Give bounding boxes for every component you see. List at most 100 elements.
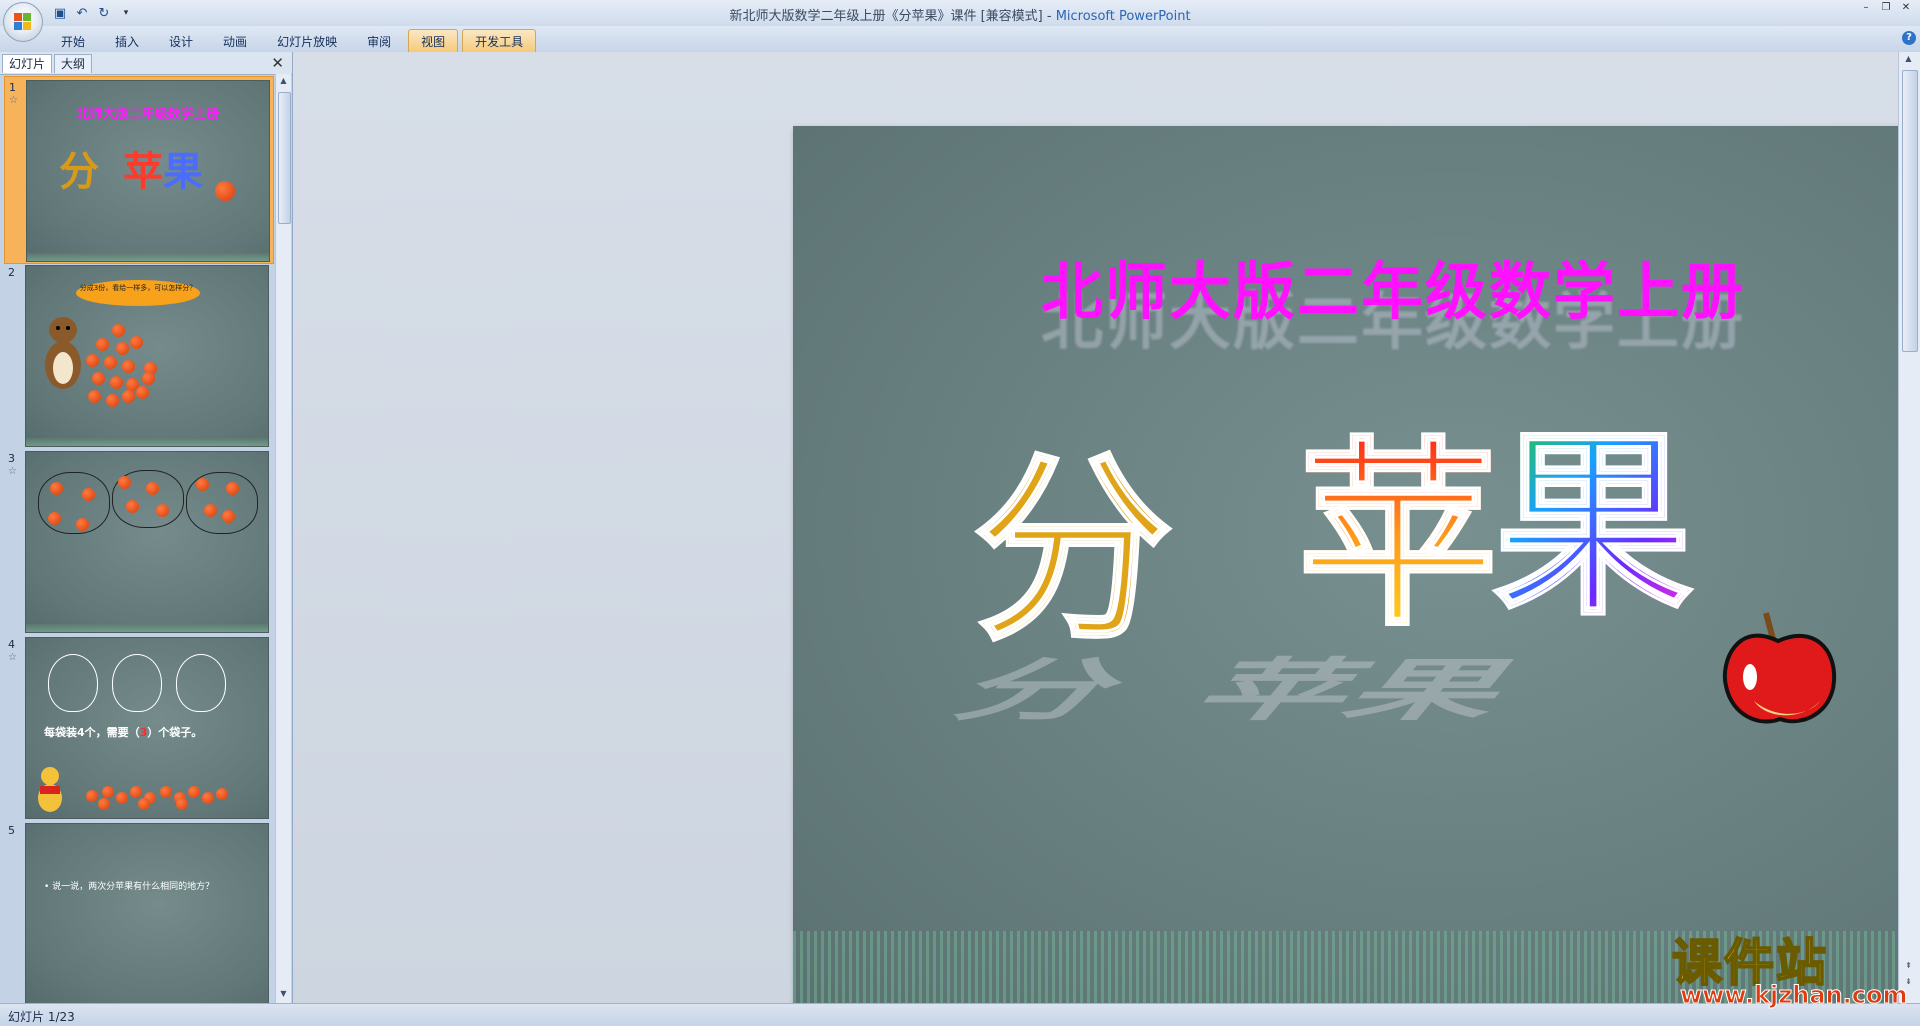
apple-icon [92, 372, 105, 385]
grass-decoration [27, 253, 269, 261]
tab-review[interactable]: 审阅 [354, 29, 404, 54]
scroll-down-icon[interactable]: ▼ [278, 989, 289, 1001]
apple-icon [138, 798, 150, 810]
document-title: 新北师大版数学二年级上册《分苹果》课件 [兼容模式] [729, 9, 1043, 24]
apple-icon [116, 792, 128, 804]
thumbnail-preview [25, 451, 269, 633]
thought-bubble: 分成3份，看给一样多，可以怎样分？ [76, 280, 200, 306]
tab-slides[interactable]: 幻灯片 [2, 54, 53, 73]
pooh-icon [38, 767, 62, 812]
apple-icon [142, 372, 155, 385]
apple-icon [215, 181, 235, 201]
apple-icon [82, 488, 95, 501]
bear-icon [45, 317, 81, 389]
scroll-thumb[interactable] [278, 92, 291, 224]
bag-icon [112, 654, 162, 712]
help-icon[interactable]: ? [1902, 31, 1916, 45]
bullet-text: • 说一说，两次分苹果有什么相同的地方？ [44, 882, 215, 892]
thumbnail-list: 1 ☆ 北师大版二年级数学上册 分 苹 果 2 分成3份，看给一样多，可以怎样分… [0, 76, 274, 1003]
slide-thumbnail-2[interactable]: 2 分成3份，看给一样多，可以怎样分？ [4, 262, 272, 448]
apple-icon [122, 390, 135, 403]
restore-icon[interactable]: ❐ [1878, 2, 1894, 14]
apple-icon [130, 336, 143, 349]
ribbon-tabs: 开始 插入 设计 动画 幻灯片放映 审阅 视图 开发工具 [48, 29, 537, 54]
apple-icon [112, 324, 125, 337]
scroll-up-icon[interactable]: ▲ [1903, 54, 1914, 66]
apple-icon [222, 510, 235, 523]
tab-animations[interactable]: 动画 [210, 29, 260, 54]
tab-view[interactable]: 视图 [408, 29, 459, 54]
animation-star-icon: ☆ [9, 95, 18, 106]
tab-developer[interactable]: 开发工具 [462, 29, 537, 54]
thumbnail-char: 分 [59, 149, 99, 195]
tab-outline[interactable]: 大纲 [54, 54, 93, 73]
apple-icon [102, 786, 114, 798]
close-icon[interactable]: ✕ [1898, 2, 1914, 14]
question-suffix: ）个袋子。 [147, 726, 203, 739]
tab-home[interactable]: 开始 [48, 29, 98, 54]
apple-icon [96, 338, 109, 351]
apple-icon [146, 482, 159, 495]
thumbnail-number: 1 [9, 81, 16, 94]
apple-icon [50, 482, 63, 495]
title-char-fen[interactable]: 分 [971, 449, 1174, 652]
close-panel-icon[interactable]: ✕ [271, 54, 284, 72]
editor-scrollbar[interactable]: ▲ ⇞ ⇟ [1898, 52, 1920, 1003]
thumbnail-scrollbar[interactable]: ▲ ▼ [275, 74, 291, 1003]
animation-star-icon: ☆ [8, 466, 17, 477]
apple-icon [216, 788, 228, 800]
apple-icon [48, 512, 61, 525]
apple-icon [130, 786, 142, 798]
slide-thumbnail-5[interactable]: 5 • 说一说，两次分苹果有什么相同的地方？ [4, 820, 272, 1003]
apple-icon [116, 342, 129, 355]
minimize-icon[interactable]: – [1858, 2, 1874, 14]
grass-decoration [26, 438, 268, 446]
thumbnail-preview: 每袋装4个，需要（3）个袋子。 [25, 637, 269, 819]
app-name: Microsoft PowerPoint [1055, 9, 1191, 24]
slide-thumbnail-4[interactable]: 4 ☆ 每袋装4个，需要（3）个袋子。 [4, 634, 272, 820]
slide-thumbnail-1[interactable]: 1 ☆ 北师大版二年级数学上册 分 苹 果 [4, 76, 274, 264]
title-char-guo[interactable]: 果 [1491, 424, 1694, 627]
grass-decoration [26, 624, 268, 632]
apple-icon [122, 360, 135, 373]
apple-icon [104, 356, 117, 369]
apple-icon [110, 376, 123, 389]
tab-design[interactable]: 设计 [156, 29, 206, 54]
apple-icon [86, 354, 99, 367]
tab-insert[interactable]: 插入 [102, 29, 152, 54]
apple-icon [106, 394, 119, 407]
tab-slideshow[interactable]: 幻灯片放映 [264, 29, 350, 54]
thumbnail-number: 3 [8, 452, 15, 465]
apple-icon [76, 518, 89, 531]
slides-panel: 幻灯片 大纲 ✕ 1 ☆ 北师大版二年级数学上册 分 苹 果 2 分成3份，看给… [0, 52, 293, 1003]
title-separator: - [1042, 9, 1056, 24]
window-title: 新北师大版数学二年级上册《分苹果》课件 [兼容模式] - Microsoft P… [0, 5, 1920, 24]
title-char-ping[interactable]: 苹 [1296, 434, 1499, 637]
apple-icon [202, 792, 214, 804]
panel-tabs: 幻灯片 大纲 ✕ [0, 52, 292, 75]
question-text: 每袋装4个，需要（3）个袋子。 [44, 724, 202, 740]
prev-slide-icon[interactable]: ⇞ [1903, 961, 1914, 973]
current-slide[interactable]: 北师大版二年级数学上册 分 苹果 分 苹 果 [793, 126, 1920, 1026]
slide-title[interactable]: 北师大版二年级数学上册 [793, 241, 1920, 331]
apple-icon[interactable] [1718, 601, 1838, 731]
question-prefix: 每袋装4个，需要（ [44, 726, 140, 739]
status-bar: 幻灯片 1/23 [0, 1003, 1920, 1026]
thumbnail-char: 苹 [123, 149, 163, 195]
scroll-up-icon[interactable]: ▲ [278, 76, 289, 88]
apple-icon [126, 500, 139, 513]
slide-thumbnail-3[interactable]: 3 ☆ [4, 448, 272, 634]
scroll-thumb[interactable] [1902, 70, 1918, 352]
ribbon: 开始 插入 设计 动画 幻灯片放映 审阅 视图 开发工具 ? [0, 26, 1920, 54]
animation-star-icon: ☆ [8, 652, 17, 663]
apple-icon [118, 476, 131, 489]
watermark-url: www.kjzhan.com [1679, 981, 1908, 1010]
apple-icon [188, 786, 200, 798]
apple-icon [156, 504, 169, 517]
thumbnail-number: 5 [8, 824, 15, 837]
thumbnail-title: 北师大版二年级数学上册 [76, 107, 220, 122]
apple-icon [226, 482, 239, 495]
window-controls: – ❐ ✕ [1858, 2, 1914, 14]
bag-icon [176, 654, 226, 712]
office-button[interactable] [3, 2, 43, 42]
